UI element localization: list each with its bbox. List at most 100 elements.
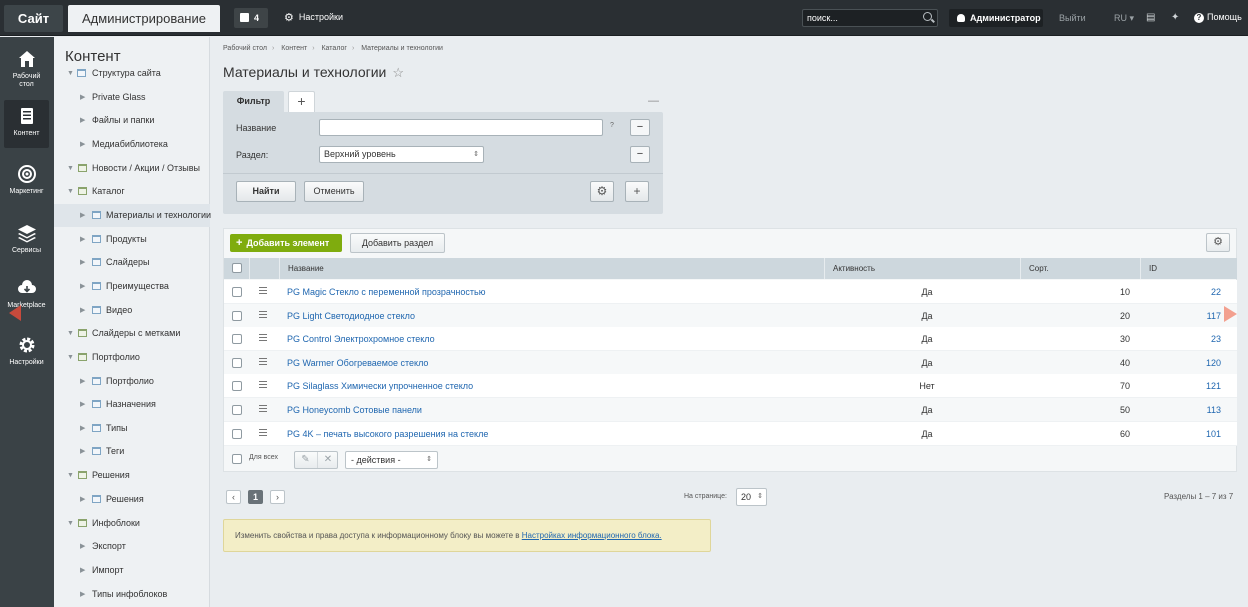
menu-services[interactable]: Сервисы <box>4 217 49 265</box>
tree-item[interactable]: ▶ Private Glass <box>54 86 210 109</box>
tree-item[interactable]: ▶ Теги <box>54 440 210 463</box>
collapse-arrow-icon[interactable]: ▶ <box>80 583 85 606</box>
tab-administration[interactable]: Администрирование <box>68 5 220 32</box>
tree-item[interactable]: ▼ Новости / Акции / Отзывы <box>54 157 210 180</box>
tree-item[interactable]: ▶ Медиабиблиотека <box>54 133 210 156</box>
collapse-arrow-icon[interactable]: ▶ <box>80 251 85 274</box>
row-id-link[interactable]: 117 <box>1144 304 1221 328</box>
drag-handle-icon[interactable] <box>259 405 267 412</box>
language-select[interactable]: RU ▾ <box>1114 13 1134 24</box>
collapse-arrow-icon[interactable]: ▶ <box>80 228 85 251</box>
window-icon[interactable]: ▤ <box>1146 12 1155 23</box>
tree-item[interactable]: ▼ Слайдеры с метками <box>54 322 210 345</box>
add-filter-field-button[interactable]: + <box>625 181 649 202</box>
table-row[interactable]: PG Light Светодиодное стекло Да 20 117 <box>224 303 1237 328</box>
tree-item[interactable]: ▶ Слайдеры <box>54 251 210 274</box>
expand-arrow-icon[interactable]: ▼ <box>67 512 74 535</box>
actions-select[interactable]: - действия - ⇕ <box>345 451 438 469</box>
column-active[interactable]: Активность <box>824 258 1020 279</box>
grid-settings-button[interactable]: ⚙ <box>1206 233 1230 252</box>
row-name-link[interactable]: PG Light Светодиодное стекло <box>287 304 415 328</box>
row-id-link[interactable]: 121 <box>1144 374 1221 398</box>
breadcrumb-item[interactable]: Каталог <box>321 45 346 52</box>
row-name-link[interactable]: PG Magic Стекло с переменной прозрачност… <box>287 280 485 304</box>
drag-handle-icon[interactable] <box>259 334 267 342</box>
row-id-link[interactable]: 120 <box>1144 351 1221 375</box>
row-id-link[interactable]: 23 <box>1144 327 1221 351</box>
table-row[interactable]: PG Magic Стекло с переменной прозрачност… <box>224 280 1237 304</box>
column-id[interactable]: ID <box>1140 258 1237 279</box>
expand-arrow-icon[interactable]: ▼ <box>67 157 74 180</box>
row-checkbox[interactable] <box>232 428 242 439</box>
tree-item[interactable]: ▶ Преимущества <box>54 275 210 298</box>
row-id-link[interactable]: 22 <box>1144 280 1221 304</box>
scroll-right-arrow-icon[interactable] <box>1224 306 1237 322</box>
expand-arrow-icon[interactable]: ▼ <box>67 62 74 85</box>
row-checkbox[interactable] <box>232 310 242 321</box>
menu-settings[interactable]: Настройки <box>4 329 49 377</box>
table-row[interactable]: PG 4K – печать высокого разрешения на ст… <box>224 421 1237 446</box>
drag-handle-icon[interactable] <box>259 428 267 436</box>
find-button[interactable]: Найти <box>236 181 296 202</box>
section-select[interactable]: Верхний уровень ⇕ <box>319 146 484 163</box>
row-name-link[interactable]: PG Warmer Обогреваемое стекло <box>287 351 428 375</box>
drag-handle-icon[interactable] <box>259 357 267 365</box>
select-all-checkbox[interactable] <box>232 263 242 273</box>
collapse-arrow-icon[interactable]: ▶ <box>80 393 85 416</box>
prev-page-button[interactable]: ‹ <box>226 490 241 504</box>
tree-item[interactable]: ▼ Портфолио <box>54 346 210 369</box>
help-mark[interactable]: ? <box>610 122 614 129</box>
tree-item[interactable]: ▶ Типы инфоблоков <box>54 583 210 606</box>
collapse-arrow-icon[interactable]: ▶ <box>80 299 85 322</box>
row-checkbox[interactable] <box>232 334 242 345</box>
menu-desktop[interactable]: Рабочий стол <box>4 43 49 91</box>
column-sort[interactable]: Сорт. <box>1020 258 1140 279</box>
tree-item[interactable]: ▶ Типы <box>54 417 210 440</box>
breadcrumb-item[interactable]: Контент <box>281 45 307 52</box>
star-icon[interactable]: ☆ <box>392 65 404 80</box>
row-name-link[interactable]: PG Silaglass Химически упрочненное стекл… <box>287 374 473 398</box>
collapse-arrow-icon[interactable]: ▶ <box>80 275 85 298</box>
tree-item[interactable]: ▶ Видео <box>54 299 210 322</box>
column-name[interactable]: Название <box>279 258 824 279</box>
next-page-button[interactable]: › <box>270 490 285 504</box>
row-checkbox[interactable] <box>232 381 242 392</box>
row-name-link[interactable]: PG Control Электрохромное стекло <box>287 327 435 351</box>
tree-item[interactable]: ▼ Решения <box>54 464 210 487</box>
tree-item[interactable]: ▶ Решения <box>54 488 210 511</box>
per-page-select[interactable]: 20 ⇕ <box>736 488 767 506</box>
row-checkbox[interactable] <box>232 287 242 297</box>
collapse-filter-button[interactable]: — <box>648 95 659 107</box>
settings-link[interactable]: ⚙ Настройки <box>284 11 343 24</box>
tab-filter[interactable]: Фильтр <box>223 91 284 112</box>
drag-handle-icon[interactable] <box>259 310 267 318</box>
remove-name-field-button[interactable]: − <box>630 119 650 136</box>
edit-pencil-icon[interactable]: ✎ <box>295 452 316 468</box>
tree-item[interactable]: ▶ Продукты <box>54 228 210 251</box>
add-section-button[interactable]: Добавить раздел <box>350 233 445 253</box>
tab-site[interactable]: Сайт <box>4 5 63 32</box>
search-icon[interactable] <box>923 12 932 21</box>
remove-section-field-button[interactable]: − <box>630 146 650 163</box>
menu-marketing[interactable]: Маркетинг <box>4 158 49 206</box>
breadcrumb-item[interactable]: Рабочий стол <box>223 45 267 52</box>
collapse-arrow-icon[interactable]: ▶ <box>80 488 85 511</box>
notifications-button[interactable]: 4 <box>234 8 268 28</box>
row-id-link[interactable]: 113 <box>1144 398 1221 422</box>
cancel-button[interactable]: Отменить <box>304 181 364 202</box>
breadcrumb-item[interactable]: Материалы и технологии <box>361 45 443 52</box>
tree-item[interactable]: ▶ Портфолио <box>54 370 210 393</box>
tree-item[interactable]: ▼ Каталог <box>54 180 210 203</box>
table-row[interactable]: PG Honeycomb Сотовые панели Да 50 113 <box>224 398 1237 422</box>
table-row[interactable]: PG Silaglass Химически упрочненное стекл… <box>224 374 1237 399</box>
iblock-settings-link[interactable]: Настройках информационного блока. <box>522 531 662 540</box>
collapse-arrow-icon[interactable]: ▶ <box>80 535 85 558</box>
expand-arrow-icon[interactable]: ▼ <box>67 322 74 345</box>
user-menu-button[interactable]: Администратор <box>949 9 1043 27</box>
drag-handle-icon[interactable] <box>259 287 267 294</box>
tree-item[interactable]: ▶ Файлы и папки <box>54 109 210 132</box>
collapse-arrow-icon[interactable]: ▶ <box>80 204 85 227</box>
expand-arrow-icon[interactable]: ▼ <box>67 346 74 369</box>
row-id-link[interactable]: 101 <box>1144 422 1221 446</box>
menu-content[interactable]: Контент <box>4 100 49 148</box>
